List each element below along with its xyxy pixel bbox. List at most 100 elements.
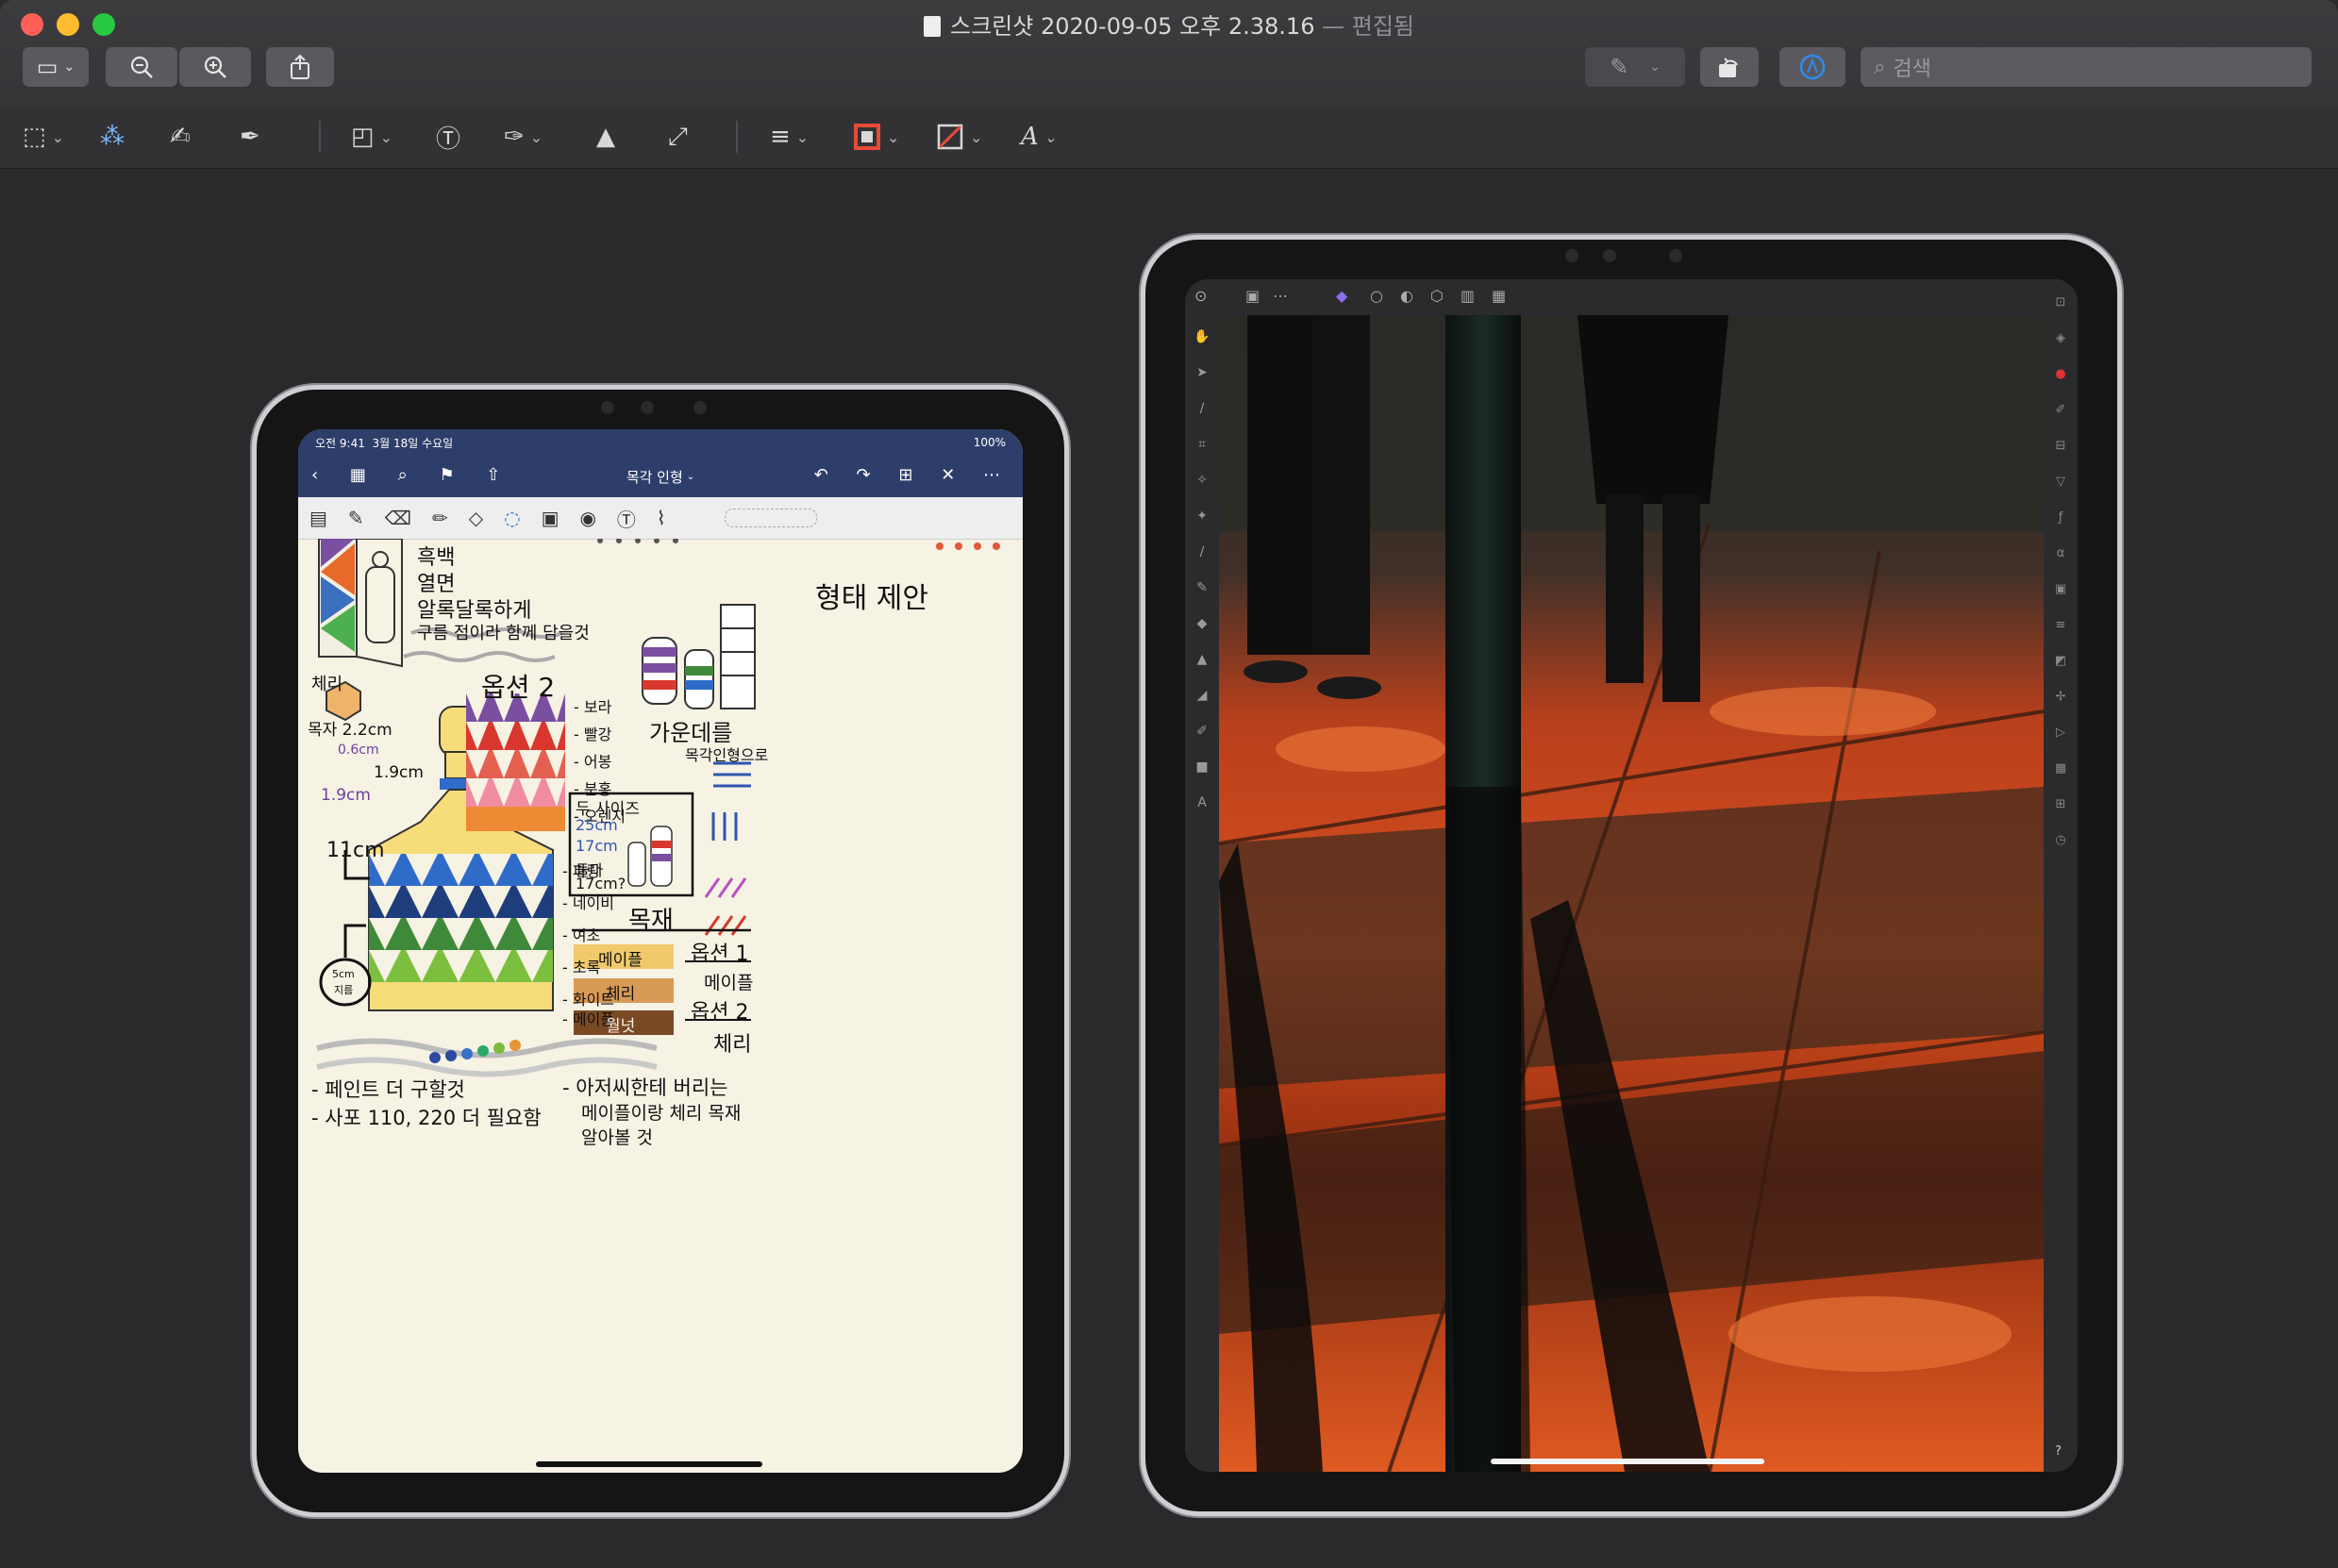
edited-status: — 편집됨 <box>1322 13 1414 40</box>
highlighter-icon[interactable]: ✏ <box>432 507 448 529</box>
persona-icons[interactable]: ○◐⬡▥▦ <box>1370 287 1523 305</box>
chevron-down-icon: ⌄ <box>887 127 900 146</box>
sidebar-button[interactable]: ▭ ⌄ <box>23 47 89 87</box>
notes-tool-bar: ▤ ✎ ⌫ ✏ ◇ ◌ ▣ ◉ Ⓣ ⌇ <box>298 497 1023 540</box>
share-button[interactable] <box>266 47 334 87</box>
pen-tool-icon[interactable]: ✎ <box>348 507 364 529</box>
circle-5cm: 5cm <box>332 968 355 980</box>
doc-title[interactable]: 목각 인형 <box>626 467 683 487</box>
adjust-size-tool[interactable]: ⤢ <box>668 119 688 155</box>
text-style-tool[interactable]: A ⌄ <box>1021 119 1057 155</box>
image-icon[interactable]: ▣ <box>542 507 559 529</box>
todo-2: - 사포 110, 220 더 필요함 <box>311 1107 542 1129</box>
color-record-icon: ● <box>2055 367 2066 381</box>
border-color-tool[interactable]: ⌄ <box>853 119 899 155</box>
selection-tool[interactable]: ⬚ ⌄ <box>23 119 64 155</box>
pen-icon: ✎ <box>1610 54 1629 80</box>
dim-06: 0.6cm <box>338 742 379 758</box>
tool-icons[interactable]: ✋ ➤ ∕ ⌗ ✧ ✦ ∕ ✎ ◆ ▲ ◢ ✐ ■ A <box>1185 315 1219 821</box>
markup-toolbar-button[interactable]: ✎ ⌄ <box>1585 47 1685 87</box>
back-icon[interactable]: ⊙ <box>1194 287 1207 305</box>
shape-style-icon: ≡ <box>770 123 791 151</box>
chevron-down-icon: ⌄ <box>686 471 695 482</box>
adjust-color-tool[interactable]: ▲ <box>596 119 615 155</box>
sign-tool[interactable]: ✑ ⌄ <box>504 119 543 155</box>
cherry-label: 체리 <box>311 675 343 694</box>
rainy-street-image <box>1219 315 2044 1472</box>
note-line-4: 구름 점이라 함께 담을것 <box>417 624 590 643</box>
notes-canvas[interactable]: 흑백 열면 알록달록하게 구름 점이라 함께 담을것 형태 제안 체리 옵션 2… <box>298 539 1023 1473</box>
chevron-down-icon: ⌄ <box>529 127 543 146</box>
chevron-down-icon: ⌄ <box>51 127 64 146</box>
reader-icon[interactable]: ▤ <box>309 507 327 529</box>
status-bar: 오전 9:41 3월 18일 수요일 100% <box>298 429 1023 456</box>
home-indicator[interactable] <box>536 1461 762 1467</box>
todo-1: - 페인트 더 구할것 <box>311 1078 465 1101</box>
document-menu-icons[interactable]: ▣⋯ <box>1245 287 1301 305</box>
status-time: 오전 9:41 3월 18일 수요일 <box>315 436 454 450</box>
sign-icon: ✑ <box>504 123 525 151</box>
text-tool[interactable]: Ⓣ <box>436 119 460 155</box>
color-purple: - 보라 <box>574 698 612 716</box>
instant-alpha-icon: ⁂ <box>100 123 125 151</box>
wood-option-1-value: 메이플 <box>704 973 754 993</box>
search-field[interactable]: ⌕ 검색 <box>1861 47 2312 87</box>
photo-tools-panel: ✋ ➤ ∕ ⌗ ✧ ✦ ∕ ✎ ◆ ▲ ◢ ✐ ■ A <box>1185 315 1219 1472</box>
draw-icon: ✒ <box>240 123 260 151</box>
instant-alpha-tool[interactable]: ⁂ <box>100 119 125 155</box>
wood-option-2-value: 체리 <box>713 1033 752 1057</box>
nav-right-icons[interactable]: ↶ ↷ ⊞ ✕ ⋯ <box>814 465 1011 485</box>
camera-notch <box>1565 245 1697 264</box>
rotate-icon <box>1719 58 1738 77</box>
camera-icon[interactable]: ◉ <box>579 507 595 529</box>
eraser-icon[interactable]: ⌫ <box>385 507 411 529</box>
textbox-icon[interactable]: Ⓣ <box>617 505 636 532</box>
title-bar: 스크린샷 2020-09-05 오후 2.38.16 — 편집됨 ▭ ⌄ ✎ ⌄ ⌕… <box>0 0 2338 107</box>
zoom-in-button[interactable] <box>179 47 251 87</box>
draw-tool[interactable]: ✒ <box>240 119 260 155</box>
markup-button[interactable] <box>1779 47 1845 87</box>
text-style-icon: A <box>1021 123 1039 151</box>
shape-style-tool[interactable]: ≡ ⌄ <box>770 119 809 155</box>
window-title-text: 스크린샷 2020-09-05 오후 2.38.16 <box>950 13 1315 40</box>
fill-color-tool[interactable]: ⌄ <box>936 119 982 155</box>
studio-icons[interactable]: ⊡ ◈ ● ✐ ⊟ ▽ ƒ α ▣ ≡ ◩ ✢ ▷ ▦ ⊞ ◷ <box>2044 279 2078 859</box>
shapes-tool[interactable]: ◰ ⌄ <box>351 119 392 155</box>
camera-notch <box>601 397 714 416</box>
photo-persona-icon[interactable]: ◆ <box>1336 287 1347 305</box>
share-icon <box>291 54 309 79</box>
size-25cm: 25cm <box>576 816 618 834</box>
size-17cm-q: 17cm? <box>576 875 626 892</box>
brush-icon[interactable]: ⌇ <box>657 507 666 529</box>
todo-3: - 아저씨한테 버리는 <box>562 1076 728 1099</box>
todo-4: 메이플이랑 체리 목재 <box>581 1103 742 1124</box>
markup-circle-icon <box>1799 54 1826 80</box>
ipad-left-device: 오전 9:41 3월 18일 수요일 100% ‹ ▦ ⌕ ⚑ ⇧ 목각 인형 ⌄… <box>257 390 1064 1512</box>
todo-5: 알아볼 것 <box>581 1127 653 1148</box>
divider <box>319 121 321 153</box>
sketch-drawing <box>316 539 1000 1077</box>
adjust-color-icon: ▲ <box>596 123 615 151</box>
wood-maple: 메이플 <box>598 951 643 970</box>
street-photo <box>1219 315 2044 1472</box>
studio-panel: ⊡ ◈ ● ✐ ⊟ ▽ ƒ α ▣ ≡ ◩ ✢ ▷ ▦ ⊞ ◷ ? <box>2044 279 2078 1472</box>
color-navy: - 네이비 <box>562 894 615 912</box>
rotate-button[interactable] <box>1700 47 1759 87</box>
home-indicator[interactable] <box>1491 1459 1764 1464</box>
sketch-tool[interactable]: ✍ <box>170 119 191 155</box>
nav-left-icons[interactable]: ‹ ▦ ⌕ ⚑ ⇧ <box>311 465 513 485</box>
chevron-down-icon: ⌄ <box>795 127 810 146</box>
document-icon <box>924 16 942 37</box>
search-icon: ⌕ <box>1874 55 1886 79</box>
color-coral: - 어봉 <box>574 753 612 771</box>
heading-shape-proposal: 형태 제안 <box>815 582 928 615</box>
preview-window: 스크린샷 2020-09-05 오후 2.38.16 — 편집됨 ▭ ⌄ ✎ ⌄ ⌕… <box>0 0 2338 1568</box>
chevron-down-icon: ⌄ <box>63 59 75 75</box>
markup-bar: ⬚ ⌄ ⁂ ✍ ✒ ◰ ⌄ Ⓣ ✑ ⌄ ▲ ⤢ ≡ ⌄ ⌄ ⌄ A ⌄ <box>0 106 2338 169</box>
help-icon[interactable]: ? <box>2055 1444 2062 1459</box>
ipad-right-device: ⊙ ▣⋯ ◆ ○◐⬡▥▦ ✋ ➤ ∕ ⌗ ✧ ✦ ∕ ✎ ◆ ▲ ◢ ✐ ■ A ⊡ ◈ ● ✐ ⊟ ▽ ƒ α ▣ ≡ ◩ ✢… <box>1145 240 2117 1511</box>
lasso-icon[interactable]: ◌ <box>504 507 520 529</box>
zoom-out-button[interactable] <box>106 47 177 87</box>
shape-tool-icon[interactable]: ◇ <box>469 507 483 529</box>
rect-select-icon: ⬚ <box>23 123 46 151</box>
